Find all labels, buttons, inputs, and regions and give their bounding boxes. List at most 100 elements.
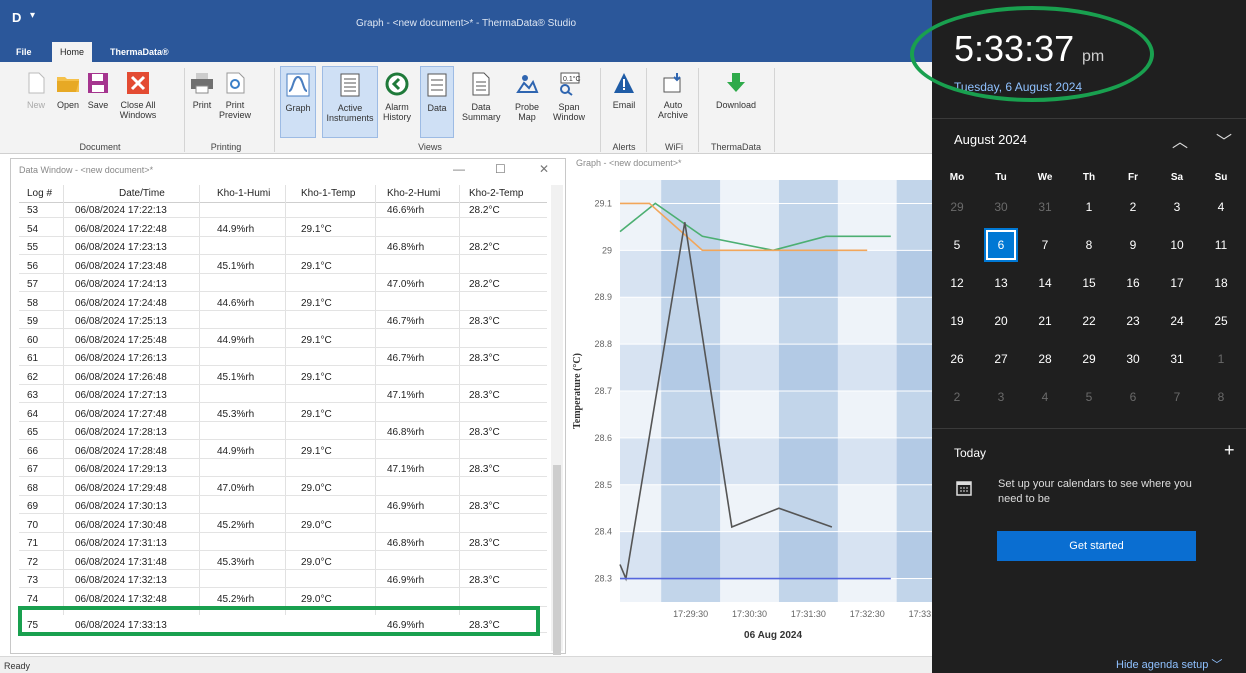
table-row[interactable]: 70 06/08/2024 17:30:48 45.2%rh 29.0°C	[19, 518, 547, 533]
table-row[interactable]: 64 06/08/2024 17:27:48 45.3%rh 29.1°C	[19, 407, 547, 422]
table-row[interactable]: 55 06/08/2024 17:23:13 46.8%rh 28.2°C	[19, 240, 547, 255]
calendar-day[interactable]: 29	[1074, 344, 1104, 374]
active-instruments-button[interactable]: Active Instruments	[322, 66, 378, 138]
calendar-day[interactable]: 27	[986, 344, 1016, 374]
calendar-day-other-month[interactable]: 30	[986, 192, 1016, 222]
column-header-datetime[interactable]: Date/Time	[119, 188, 165, 199]
column-header-kho2-humi[interactable]: Kho-2-Humi	[387, 188, 440, 199]
column-header-kho1-humi[interactable]: Kho-1-Humi	[217, 188, 270, 199]
scrollbar-thumb[interactable]	[553, 465, 561, 655]
table-row[interactable]: 60 06/08/2024 17:25:48 44.9%rh 29.1°C	[19, 333, 547, 348]
probe-map-button[interactable]: Probe Map	[508, 66, 546, 138]
hide-agenda-setup-link[interactable]: Hide agenda setup ﹀	[1116, 656, 1222, 672]
minimize-icon[interactable]: —	[453, 162, 465, 176]
download-button[interactable]: Download	[704, 66, 768, 138]
table-row[interactable]: 59 06/08/2024 17:25:13 46.7%rh 28.3°C	[19, 314, 547, 329]
calendar-day[interactable]: 15	[1074, 268, 1104, 298]
calendar-day-other-month[interactable]: 29	[942, 192, 972, 222]
calendar-day-other-month[interactable]: 4	[1030, 382, 1060, 412]
span-window-button[interactable]: 0.1°C Span Window	[548, 66, 590, 138]
add-event-icon[interactable]: +	[1224, 440, 1235, 461]
calendar-day[interactable]: 22	[1074, 306, 1104, 336]
chevron-down-icon[interactable]: ﹀	[1216, 128, 1232, 152]
tab-home[interactable]: Home	[52, 42, 93, 62]
table-row[interactable]: 75 06/08/2024 17:33:13 46.9%rh 28.3°C	[19, 618, 547, 633]
calendar-day[interactable]: 20	[986, 306, 1016, 336]
maximize-icon[interactable]: ☐	[495, 162, 506, 176]
data-window-scrollbar[interactable]	[551, 185, 563, 655]
calendar-day[interactable]: 9	[1118, 230, 1148, 260]
table-row[interactable]: 67 06/08/2024 17:29:13 47.1%rh 28.3°C	[19, 462, 547, 477]
table-row[interactable]: 71 06/08/2024 17:31:13 46.8%rh 28.3°C	[19, 536, 547, 551]
data-summary-button[interactable]: Data Summary	[462, 66, 501, 138]
calendar-day[interactable]: 17	[1162, 268, 1192, 298]
table-row[interactable]: 54 06/08/2024 17:22:48 44.9%rh 29.1°C	[19, 222, 547, 237]
column-header-kho2-temp[interactable]: Kho-2-Temp	[469, 188, 523, 199]
calendar-day[interactable]: 3	[1162, 192, 1192, 222]
get-started-button[interactable]: Get started	[997, 531, 1196, 561]
chevron-up-icon[interactable]: ︿	[1172, 128, 1188, 152]
calendar-day[interactable]: 24	[1162, 306, 1192, 336]
calendar-day[interactable]: 7	[1030, 230, 1060, 260]
calendar-day[interactable]: 28	[1030, 344, 1060, 374]
tab-file[interactable]: File	[8, 42, 40, 62]
calendar-day[interactable]: 14	[1030, 268, 1060, 298]
calendar-day-other-month[interactable]: 8	[1206, 382, 1236, 412]
data-button[interactable]: Data	[420, 66, 454, 138]
calendar-day[interactable]: 21	[1030, 306, 1060, 336]
close-all-windows-button[interactable]: Close All Windows	[114, 66, 162, 138]
calendar-day[interactable]: 5	[942, 230, 972, 260]
table-row[interactable]: 74 06/08/2024 17:32:48 45.2%rh 29.0°C	[19, 592, 547, 607]
calendar-day-other-month[interactable]: 1	[1206, 344, 1236, 374]
calendar-day-other-month[interactable]: 6	[1118, 382, 1148, 412]
calendar-day-other-month[interactable]: 3	[986, 382, 1016, 412]
table-row[interactable]: 68 06/08/2024 17:29:48 47.0%rh 29.0°C	[19, 481, 547, 496]
print-button[interactable]: Print	[186, 66, 218, 138]
calendar-day[interactable]: 10	[1162, 230, 1192, 260]
month-label[interactable]: August 2024	[954, 132, 1027, 147]
auto-archive-button[interactable]: Auto Archive	[652, 66, 694, 138]
calendar-day[interactable]: 11	[1206, 230, 1236, 260]
calendar-day[interactable]: 26	[942, 344, 972, 374]
calendar-day[interactable]: 1	[1074, 192, 1104, 222]
calendar-day-other-month[interactable]: 31	[1030, 192, 1060, 222]
table-row[interactable]: 58 06/08/2024 17:24:48 44.6%rh 29.1°C	[19, 296, 547, 311]
calendar-day-other-month[interactable]: 2	[942, 382, 972, 412]
calendar-day[interactable]: 25	[1206, 306, 1236, 336]
calendar-day[interactable]: 16	[1118, 268, 1148, 298]
calendar-day[interactable]: 8	[1074, 230, 1104, 260]
graph-button[interactable]: Graph	[280, 66, 316, 138]
table-row[interactable]: 63 06/08/2024 17:27:13 47.1%rh 28.3°C	[19, 388, 547, 403]
clock-date[interactable]: Tuesday, 6 August 2024	[954, 80, 1082, 94]
calendar-day[interactable]: 23	[1118, 306, 1148, 336]
calendar-day[interactable]: 13	[986, 268, 1016, 298]
calendar-day[interactable]: 30	[1118, 344, 1148, 374]
print-preview-button[interactable]: Print Preview	[218, 66, 252, 138]
calendar-day-today[interactable]: 6	[986, 230, 1016, 260]
calendar-day-other-month[interactable]: 7	[1162, 382, 1192, 412]
table-row[interactable]: 65 06/08/2024 17:28:13 46.8%rh 28.3°C	[19, 425, 547, 440]
calendar-day[interactable]: 2	[1118, 192, 1148, 222]
alarm-history-button[interactable]: Alarm History	[380, 66, 414, 138]
table-row[interactable]: 57 06/08/2024 17:24:13 47.0%rh 28.2°C	[19, 277, 547, 292]
table-row[interactable]: 61 06/08/2024 17:26:13 46.7%rh 28.3°C	[19, 351, 547, 366]
calendar-day[interactable]: 19	[942, 306, 972, 336]
table-row[interactable]: 73 06/08/2024 17:32:13 46.9%rh 28.3°C	[19, 573, 547, 588]
table-row[interactable]: 53 06/08/2024 17:22:13 46.6%rh 28.2°C	[19, 203, 547, 218]
column-header-kho1-temp[interactable]: Kho-1-Temp	[301, 188, 355, 199]
table-row[interactable]: 72 06/08/2024 17:31:48 45.3%rh 29.0°C	[19, 555, 547, 570]
column-header-log[interactable]: Log #	[27, 188, 52, 199]
calendar-day[interactable]: 31	[1162, 344, 1192, 374]
email-button[interactable]: Email	[606, 66, 642, 138]
table-row[interactable]: 56 06/08/2024 17:23:48 45.1%rh 29.1°C	[19, 259, 547, 274]
close-icon[interactable]: ✕	[539, 162, 549, 176]
table-row[interactable]: 69 06/08/2024 17:30:13 46.9%rh 28.3°C	[19, 499, 547, 514]
table-row[interactable]: 62 06/08/2024 17:26:48 45.1%rh 29.1°C	[19, 370, 547, 385]
tab-thermadata[interactable]: ThermaData®	[102, 42, 177, 62]
table-row[interactable]: 66 06/08/2024 17:28:48 44.9%rh 29.1°C	[19, 444, 547, 459]
save-button[interactable]: Save	[78, 66, 118, 138]
calendar-day[interactable]: 18	[1206, 268, 1236, 298]
calendar-day[interactable]: 4	[1206, 192, 1236, 222]
calendar-day[interactable]: 12	[942, 268, 972, 298]
calendar-day-other-month[interactable]: 5	[1074, 382, 1104, 412]
